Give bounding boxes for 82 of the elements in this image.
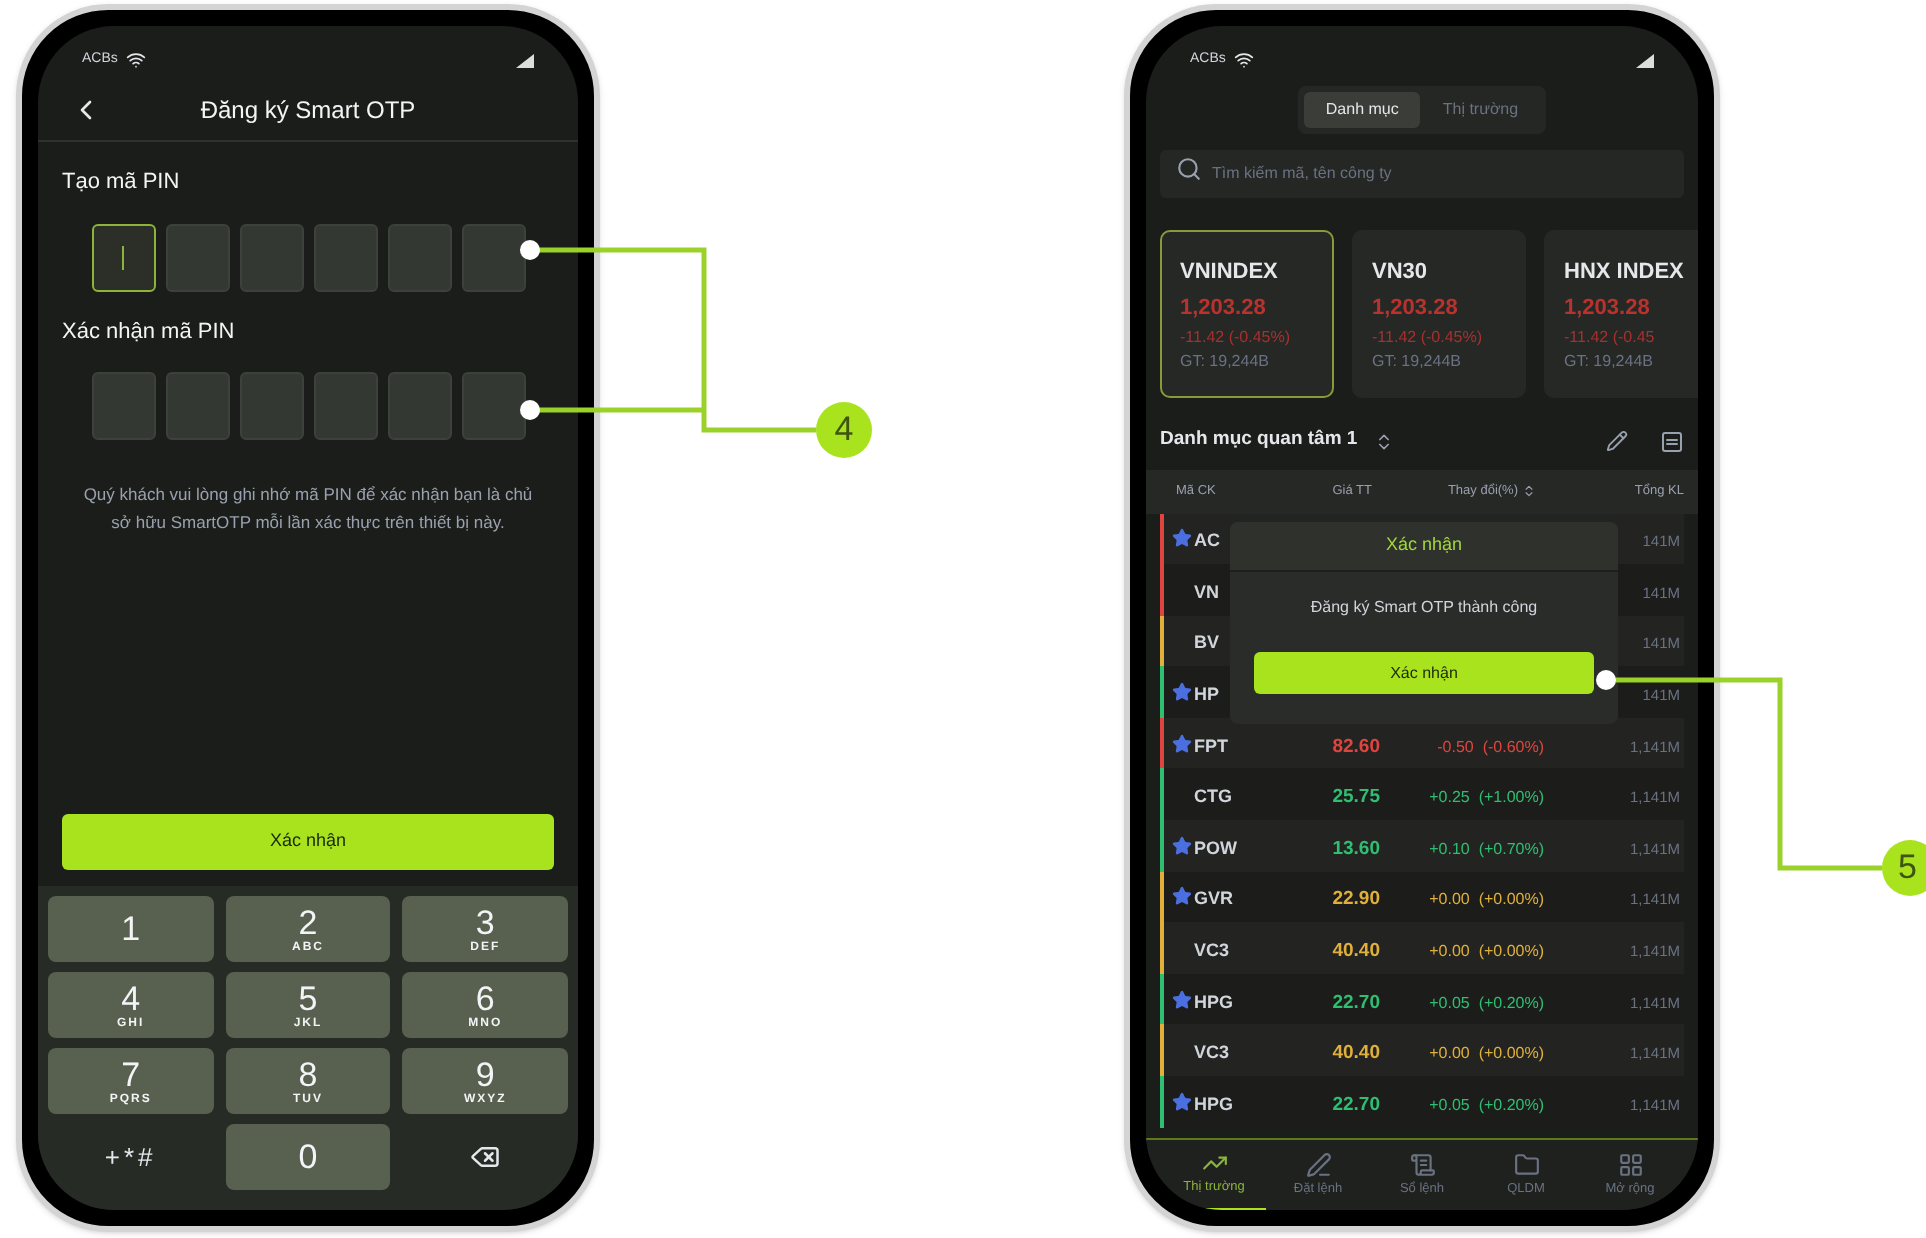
index-card[interactable]: HNX INDEX 1,203.28 -11.42 (-0.45 GT: 19,244B: [1544, 229, 1698, 397]
index-value: 1,203.28: [1180, 294, 1268, 324]
list-icon[interactable]: [1660, 429, 1684, 453]
keypad-key[interactable]: 1: [48, 896, 214, 962]
price-change: +0.00 (+0.00%): [1429, 1044, 1544, 1063]
price-change: -0.50 (-0.60%): [1437, 737, 1544, 756]
symbols-key[interactable]: +*#: [48, 1124, 214, 1190]
price-change: +0.05 (+0.20%): [1429, 993, 1544, 1012]
search-field[interactable]: Tìm kiếm mã, tên công ty: [1160, 149, 1684, 197]
star-icon[interactable]: [1171, 733, 1191, 754]
stock-symbol: AC: [1194, 530, 1220, 551]
signal-icon: [516, 53, 534, 67]
segment-tab[interactable]: Danh mục: [1303, 92, 1421, 128]
stock-symbol: CTG: [1194, 786, 1232, 807]
star-icon[interactable]: [1171, 989, 1191, 1010]
stock-price: 22.70: [1332, 1093, 1380, 1116]
stock-symbol: FPT: [1194, 735, 1228, 756]
section-label: Tạo mã PIN: [62, 168, 182, 198]
stock-symbol: BV: [1194, 632, 1220, 653]
stock-symbol: HPG: [1194, 1093, 1234, 1114]
index-turnover: GT: 19,244B: [1372, 349, 1463, 373]
folder-icon: [1513, 1151, 1539, 1178]
screen-title: Đăng ký Smart OTP: [198, 93, 418, 127]
stock-symbol: VC3: [1194, 1042, 1230, 1063]
step-badge: 4: [816, 402, 872, 458]
watchlist-name: Danh mục quan tâm 1: [1160, 426, 1358, 455]
stock-price: 25.75: [1332, 786, 1380, 809]
dialog-title: Xác nhận: [1385, 531, 1463, 558]
signal-icon: [1636, 53, 1654, 67]
grid-icon: [1617, 1151, 1643, 1178]
stock-price: 22.90: [1332, 888, 1380, 911]
index-turnover: GT: 19,244B: [1180, 349, 1271, 373]
pin-note: Quý khách vui lòng ghi nhớ mã PIN để xác nhận bạn là chủ sở hữu SmartOTP mỗi lần xác thực trên thiết bị này.: [81, 482, 535, 536]
star-icon[interactable]: [1171, 886, 1191, 907]
price-change: +0.05 (+0.20%): [1429, 1095, 1544, 1114]
index-change: -11.42 (-0.45%): [1180, 325, 1292, 349]
stock-price: 22.70: [1332, 991, 1380, 1014]
stock-price: 13.60: [1332, 837, 1380, 860]
section-label: Xác nhận mã PIN: [62, 317, 237, 347]
pen-icon: [1305, 1151, 1331, 1178]
star-icon[interactable]: [1171, 835, 1191, 856]
dialog-message: Đăng ký Smart OTP thành công: [1310, 596, 1538, 620]
index-value: 1,203.28: [1564, 294, 1652, 324]
text-cursor: [122, 245, 124, 269]
index-name: HNX INDEX: [1564, 257, 1686, 287]
sort-icon[interactable]: [1522, 484, 1536, 498]
index-card[interactable]: VNINDEX 1,203.28 -11.42 (-0.45%) GT: 19,244B: [1160, 229, 1334, 397]
index-value: 1,203.28: [1372, 294, 1460, 324]
price-change: +0.25 (+1.00%): [1429, 788, 1544, 807]
index-change: -11.42 (-0.45: [1564, 325, 1657, 349]
stock-symbol: HP: [1194, 684, 1220, 705]
stock-symbol: POW: [1194, 837, 1237, 858]
backspace-icon: [470, 1142, 501, 1172]
stock-symbol: VN: [1194, 581, 1220, 602]
index-turnover: GT: 19,244B: [1564, 349, 1655, 373]
edit-icon[interactable]: [1606, 430, 1628, 452]
star-icon[interactable]: [1171, 1091, 1191, 1112]
stock-symbol: GVR: [1194, 888, 1234, 909]
confirm-button[interactable]: Xác nhận: [62, 814, 554, 870]
index-card[interactable]: VN30 1,203.28 -11.42 (-0.45%) GT: 19,244B: [1352, 229, 1526, 397]
price-change: +0.10 (+0.70%): [1429, 839, 1544, 858]
stock-price: 40.40: [1332, 940, 1380, 963]
index-change: -11.42 (-0.45%): [1372, 325, 1484, 349]
dialog-confirm-button[interactable]: Xác nhận: [1254, 652, 1594, 694]
stock-price: 82.60: [1332, 735, 1380, 758]
stock-symbol: HPG: [1194, 991, 1234, 1012]
pin-box[interactable]: [91, 223, 155, 291]
price-change: +0.00 (+0.00%): [1429, 890, 1544, 909]
wifi-icon: [125, 50, 146, 70]
sort-icon[interactable]: [1373, 431, 1394, 451]
search-icon: [1176, 156, 1202, 182]
keypad-key[interactable]: 0: [225, 1124, 391, 1190]
index-name: VNINDEX: [1180, 257, 1280, 287]
wifi-icon: [1233, 50, 1254, 70]
star-icon[interactable]: [1171, 528, 1191, 549]
index-name: VN30: [1372, 257, 1430, 287]
star-icon[interactable]: [1171, 682, 1191, 703]
document-icon: [1409, 1151, 1435, 1178]
stock-symbol: VC3: [1194, 940, 1230, 961]
price-change: +0.00 (+0.00%): [1429, 942, 1544, 961]
step-badge: 5: [1882, 840, 1926, 896]
stock-price: 40.40: [1332, 1042, 1380, 1065]
